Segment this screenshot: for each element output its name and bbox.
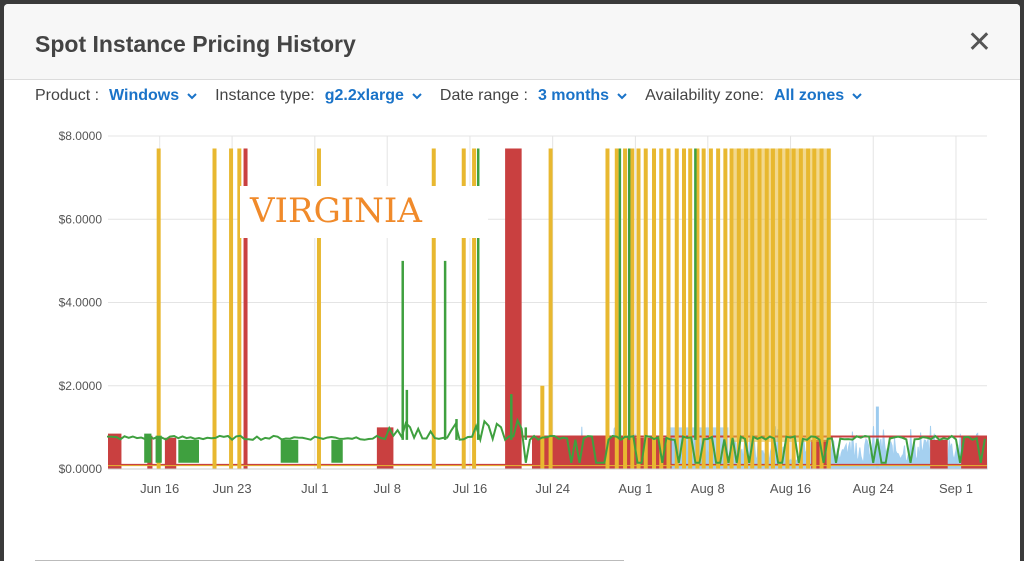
filter-date-range: Date range : 3 months — [440, 87, 627, 105]
x-tick-label: Aug 24 — [853, 481, 894, 496]
series-yellow-spike — [659, 148, 664, 470]
filter-label: Instance type: — [215, 87, 315, 104]
series-red-block — [164, 437, 177, 469]
series-green-block — [155, 435, 162, 463]
filter-label: Availability zone: — [645, 87, 764, 104]
series-yellow-spike — [716, 148, 721, 470]
filter-availability-zone: Availability zone: All zones — [645, 87, 862, 105]
chevron-down-icon — [412, 93, 422, 100]
series-yellow-spike — [688, 148, 693, 470]
series-yellow-spike — [630, 148, 635, 470]
availability-zone-dropdown[interactable]: All zones — [774, 87, 862, 105]
pricing-history-modal: Spot Instance Pricing History ✕ Product … — [4, 4, 1020, 561]
series-yellow-spike — [636, 148, 641, 470]
x-tick-label: Sep 1 — [939, 481, 973, 496]
series-yellow-spike — [212, 148, 217, 470]
chevron-down-icon — [187, 93, 197, 100]
date-range-dropdown[interactable]: 3 months — [538, 87, 627, 105]
chevron-down-icon — [852, 93, 862, 100]
product-value: Windows — [109, 87, 180, 104]
x-tick-label: Jul 8 — [373, 481, 400, 496]
series-green-block — [144, 433, 152, 463]
product-dropdown[interactable]: Windows — [109, 87, 197, 105]
series-yellow-spike — [643, 148, 648, 470]
series-yellow-spike — [674, 148, 679, 470]
modal-header: Spot Instance Pricing History ✕ — [4, 4, 1020, 80]
close-icon[interactable]: ✕ — [967, 28, 992, 58]
series-yellow-dense-block — [733, 148, 828, 442]
series-yellow-spike — [682, 148, 687, 470]
series-red-block — [505, 148, 522, 470]
y-tick-label: $0.0000 — [59, 462, 103, 476]
instance-type-value: g2.2xlarge — [324, 87, 404, 104]
series-yellow-spike — [229, 148, 234, 470]
annotation-label: VIRGINIA — [249, 191, 422, 231]
series-yellow-spike — [708, 148, 713, 470]
filter-bar: Product : Windows Instance type: g2.2xla… — [35, 85, 880, 107]
x-tick-label: Jul 1 — [301, 481, 328, 496]
filter-product: Product : Windows — [35, 87, 197, 105]
series-red-block — [376, 427, 394, 469]
series-green-block — [178, 439, 200, 463]
x-tick-label: Jun 23 — [213, 481, 252, 496]
filter-instance-type: Instance type: g2.2xlarge — [215, 87, 422, 105]
x-tick-label: Aug 1 — [618, 481, 652, 496]
series-yellow-spike — [540, 385, 545, 469]
x-tick-label: Aug 16 — [770, 481, 811, 496]
series-yellow-spike — [623, 148, 628, 470]
filter-label: Product : — [35, 87, 100, 104]
instance-type-dropdown[interactable]: g2.2xlarge — [325, 87, 422, 105]
filter-label: Date range : — [439, 87, 528, 104]
modal-title: Spot Instance Pricing History — [35, 31, 356, 57]
price-chart: $0.0000 $2.0000 $4.0000 $6.0000 $8.0000 Jun 1… — [4, 124, 1020, 524]
price-chart-svg: $0.0000 $2.0000 $4.0000 $6.0000 $8.0000 Jun 1… — [59, 129, 988, 496]
x-tick-label: Aug 8 — [691, 481, 725, 496]
series-yellow-spike — [729, 148, 734, 470]
series-yellow-spike — [652, 148, 657, 470]
series-yellow-spike — [156, 148, 161, 470]
x-tick-label: Jul 16 — [453, 481, 488, 496]
series-green-block — [331, 439, 343, 463]
y-tick-label: $6.0000 — [59, 212, 103, 226]
y-tick-label: $2.0000 — [59, 379, 103, 393]
y-tick-label: $4.0000 — [59, 296, 103, 310]
series-yellow-spike — [666, 148, 671, 470]
series-yellow-spike — [723, 148, 728, 470]
date-range-value: 3 months — [537, 87, 610, 104]
availability-zone-value: All zones — [773, 87, 845, 104]
series-yellow-spike — [701, 148, 706, 470]
series-green-block — [280, 439, 299, 463]
chevron-down-icon — [617, 93, 627, 100]
series-yellow-spike — [605, 148, 610, 470]
series-red-block — [930, 439, 948, 469]
series-yellow-spike — [614, 148, 619, 470]
x-tick-label: Jul 24 — [535, 481, 570, 496]
x-tick-label: Jun 16 — [140, 481, 179, 496]
y-tick-label: $8.0000 — [59, 129, 103, 143]
series-yellow-spike — [548, 148, 553, 470]
